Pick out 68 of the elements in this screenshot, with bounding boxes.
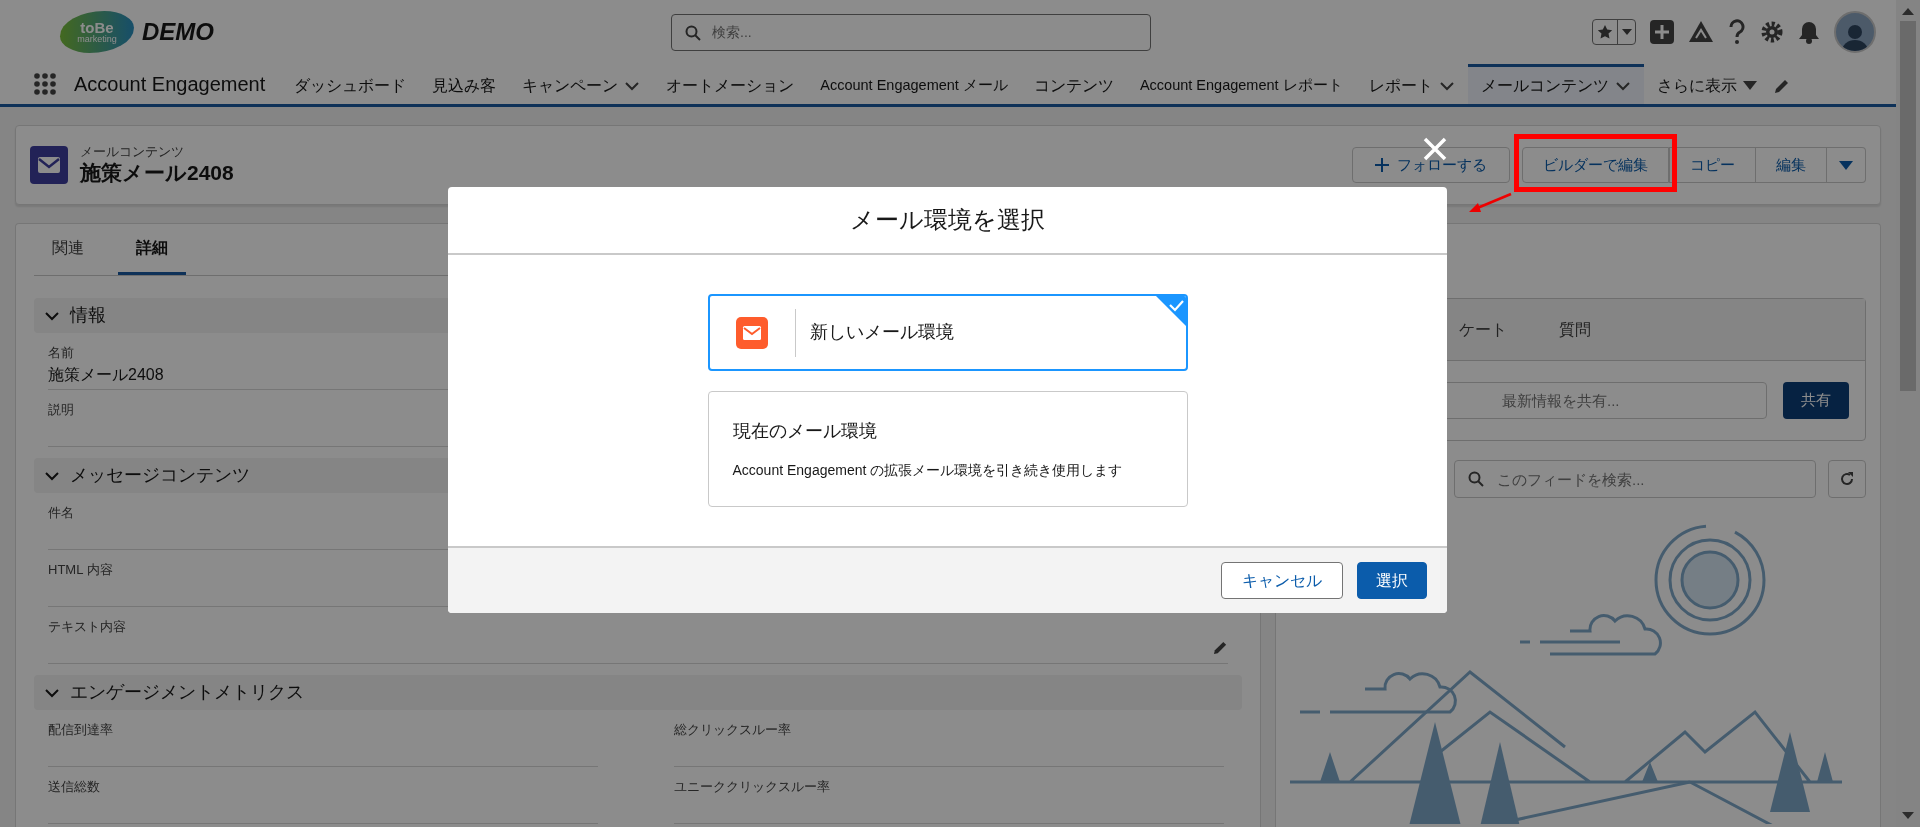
modal-title: メール環境を選択 (448, 187, 1447, 255)
caret-icon (1742, 81, 1757, 90)
pointer-arrow (1467, 192, 1513, 214)
logo-text: DEMO (142, 17, 214, 47)
close-icon (1423, 137, 1447, 161)
bell-icon[interactable] (1798, 20, 1820, 44)
refresh-button[interactable] (1828, 460, 1866, 498)
field-label: 送信総数 (48, 778, 100, 796)
help-icon[interactable] (1728, 19, 1746, 45)
nav-tab[interactable]: Account Engagement レポート (1126, 64, 1356, 104)
nav-tab[interactable]: メールコンテンツ (1467, 64, 1644, 104)
action-button[interactable]: 編集 (1756, 147, 1827, 183)
plus-icon[interactable] (1650, 20, 1674, 44)
field-label: 名前 (48, 344, 75, 362)
caret-icon (1839, 160, 1853, 170)
nav-tab[interactable]: Account Engagement メール (807, 64, 1021, 104)
field-label: 配信到達率 (48, 721, 113, 739)
field-label: 説明 (48, 401, 74, 419)
share-button[interactable]: 共有 (1783, 382, 1849, 419)
field-label: テキスト内容 (48, 618, 126, 636)
follow-button[interactable]: フォローする (1352, 147, 1510, 183)
record-title: 施策メール2408 (80, 159, 234, 185)
feed-tab[interactable]: 質問 (1559, 317, 1591, 342)
nav-tab[interactable]: 見込み客 (419, 64, 510, 104)
select-button[interactable]: 選択 (1357, 562, 1427, 600)
mountain-icon[interactable] (1688, 20, 1714, 44)
settings-icon[interactable] (1760, 20, 1784, 44)
feed-search-field[interactable]: このフィードを検索... (1454, 460, 1816, 498)
more-actions-button[interactable] (1827, 147, 1866, 183)
tab[interactable]: 関連 (34, 224, 102, 275)
field-value: 施策メール2408 (48, 364, 164, 385)
pencil-icon[interactable] (1773, 77, 1790, 94)
field-label: 総クリックスルー率 (674, 721, 791, 739)
caret-icon (1621, 29, 1632, 35)
refresh-icon (1839, 471, 1855, 487)
nav-tab[interactable]: キャンペーン (509, 64, 654, 104)
check-icon (1155, 296, 1186, 326)
favorites-button[interactable] (1592, 19, 1636, 45)
feed-tab[interactable]: ケート (1459, 317, 1507, 342)
cancel-button[interactable]: キャンセル (1221, 562, 1343, 600)
nav-tab[interactable]: ダッシュボード (281, 64, 420, 104)
search-field[interactable]: 検索... (671, 13, 1151, 51)
envelope-icon (736, 316, 768, 349)
nav-tab[interactable]: コンテンツ (1020, 64, 1127, 104)
action-button[interactable]: ビルダーで編集 (1522, 147, 1669, 183)
search-icon (1468, 471, 1484, 487)
avatar[interactable] (1834, 11, 1876, 53)
field-label: 件名 (48, 504, 74, 522)
envelope-icon (37, 156, 61, 174)
pencil-icon[interactable] (1213, 640, 1228, 655)
app-name: Account Engagement (74, 72, 266, 97)
option-card[interactable]: 現在のメール環境 Account Engagement の拡張メール環境を引き続き使用します (707, 391, 1188, 508)
star-icon (1597, 24, 1613, 40)
field-label: HTML 内容 (48, 561, 113, 579)
field-label: ユニーククリックスルー率 (674, 778, 830, 796)
search-icon (685, 24, 701, 41)
nav-tab[interactable]: レポート (1355, 64, 1468, 104)
more-tab[interactable]: さらに表示 (1643, 64, 1770, 104)
app-launcher-icon[interactable] (34, 73, 56, 95)
close-button[interactable] (1423, 137, 1447, 161)
option-card[interactable]: 新しいメール環境 (707, 294, 1188, 371)
plus-icon (1375, 158, 1389, 172)
tab[interactable]: 詳細 (118, 224, 186, 275)
section-header[interactable]: エンゲージメントメトリクス (34, 675, 1242, 710)
logo-mark: toBe marketing (60, 11, 134, 53)
action-button[interactable]: コピー (1669, 147, 1756, 183)
object-label: メールコンテンツ (80, 145, 185, 160)
nav-tab[interactable]: オートメーション (653, 64, 808, 104)
